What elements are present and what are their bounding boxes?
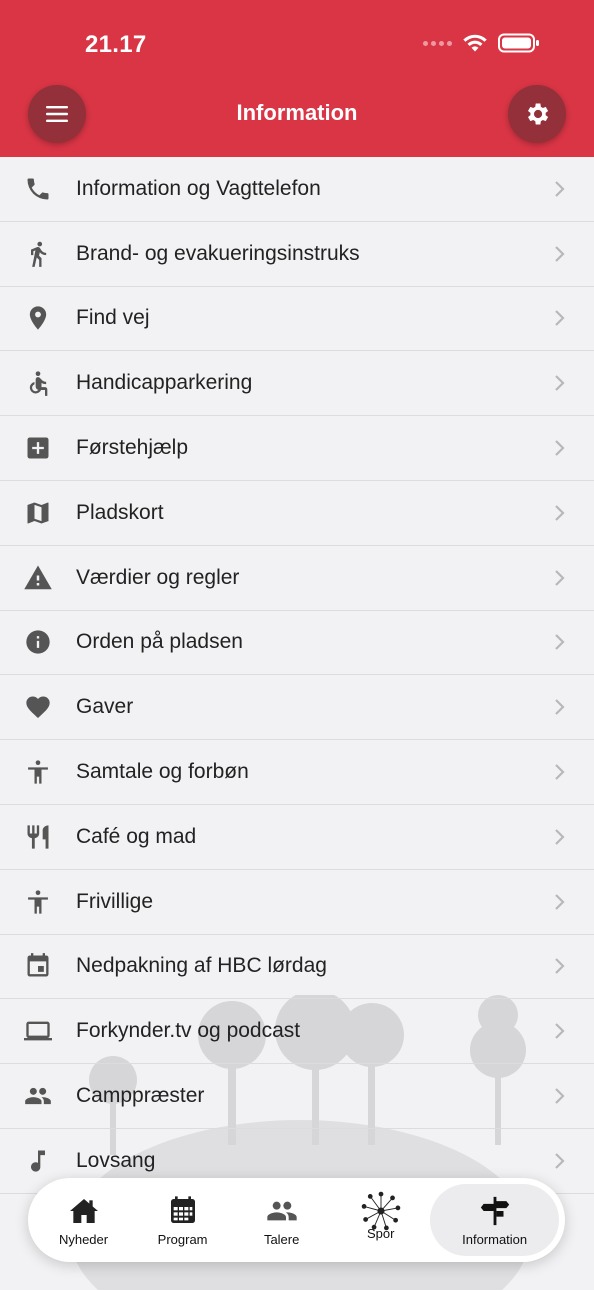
chevron-right-icon	[555, 310, 565, 327]
list-item-label: Orden på pladsen	[76, 630, 243, 654]
people-icon	[262, 1194, 302, 1228]
list-item-cafe-mad[interactable]: Café og mad	[0, 805, 594, 870]
fork-knife-icon	[22, 821, 54, 853]
chevron-right-icon	[555, 440, 565, 456]
music-note-icon	[22, 1145, 54, 1177]
tab-information[interactable]: Information	[430, 1184, 560, 1256]
list-item-label: Samtale og forbøn	[76, 760, 249, 784]
list-item-find-vej[interactable]: Find vej	[0, 287, 594, 352]
chevron-right-icon	[555, 569, 565, 586]
list-item-label: Pladskort	[76, 500, 164, 524]
list-item-camppraester[interactable]: Camppræster	[0, 1064, 594, 1129]
person-icon	[22, 886, 54, 918]
chevron-right-icon	[555, 893, 565, 910]
list-item-forkynder-tv[interactable]: Forkynder.tv og podcast	[0, 999, 594, 1065]
heart-icon	[22, 691, 54, 723]
signpost-icon	[475, 1194, 515, 1228]
tab-talere[interactable]: Talere	[232, 1184, 331, 1256]
first-aid-icon	[22, 432, 54, 464]
chevron-right-icon	[555, 181, 565, 197]
app-header: 21.17 Information	[0, 0, 594, 157]
status-time: 21.17	[85, 31, 147, 58]
list-item-brand-evakuering[interactable]: Brand- og evakueringsinstruks	[0, 222, 594, 287]
page-title: Information	[236, 100, 358, 125]
chevron-right-icon	[555, 634, 565, 651]
chevron-right-icon	[555, 958, 565, 975]
list-item-orden-pladsen[interactable]: Orden på pladsen	[0, 611, 594, 676]
list-item-label: Forkynder.tv og podcast	[76, 1019, 301, 1043]
list-item-label: Førstehjælp	[76, 436, 189, 460]
list-item-label: Brand- og evakueringsinstruks	[76, 241, 360, 265]
bottom-tab-bar: Nyheder Program Talere Spor Information	[28, 1178, 565, 1262]
list-item-forstehjaelp[interactable]: Førstehjælp	[0, 416, 594, 481]
information-list: Information og Vagttelefon Brand- og eva…	[0, 157, 594, 1194]
tab-label: Program	[157, 1231, 208, 1247]
laptop-icon	[22, 1015, 54, 1047]
list-item-label: Lovsang	[76, 1148, 156, 1172]
phone-icon	[22, 173, 54, 205]
tab-spor[interactable]: Spor	[331, 1184, 430, 1256]
chevron-right-icon	[555, 505, 565, 521]
running-person-icon	[22, 238, 54, 270]
list-item-vaerdier-regler[interactable]: Værdier og regler	[0, 546, 594, 611]
chevron-right-icon	[555, 245, 565, 262]
list-item-label: Handicapparkering	[76, 371, 253, 395]
map-icon	[22, 497, 54, 529]
list-item-nedpakning[interactable]: Nedpakning af HBC lørdag	[0, 935, 594, 1000]
people-icon	[22, 1080, 54, 1112]
list-item-label: Frivillige	[76, 889, 154, 913]
chevron-right-icon	[555, 829, 565, 845]
tab-label: Talere	[263, 1231, 300, 1247]
signal-dots-icon	[423, 40, 452, 46]
tab-label: Spor	[366, 1225, 395, 1241]
status-icons	[423, 33, 540, 53]
list-item-gaver[interactable]: Gaver	[0, 675, 594, 741]
list-item-label: Værdier og regler	[76, 565, 240, 589]
list-item-label: Gaver	[76, 695, 134, 719]
person-icon	[22, 756, 54, 788]
tab-program[interactable]: Program	[133, 1184, 232, 1256]
location-pin-icon	[22, 302, 54, 334]
settings-button[interactable]	[508, 85, 566, 143]
chevron-right-icon	[555, 1023, 565, 1040]
list-item-information-vagttelefon[interactable]: Information og Vagttelefon	[0, 157, 594, 222]
list-item-handicapparkering[interactable]: Handicapparkering	[0, 351, 594, 417]
list-item-label: Café og mad	[76, 824, 197, 848]
list-item-frivillige[interactable]: Frivillige	[0, 870, 594, 935]
wheelchair-icon	[22, 367, 54, 399]
list-item-label: Find vej	[76, 306, 150, 330]
tab-label: Information	[462, 1231, 528, 1247]
calendar-grid-icon	[163, 1194, 203, 1228]
chevron-right-icon	[555, 1088, 565, 1104]
house-icon	[64, 1194, 104, 1228]
tab-nyheder[interactable]: Nyheder	[34, 1184, 133, 1256]
info-icon	[22, 626, 54, 658]
chevron-right-icon	[555, 375, 565, 392]
battery-icon	[498, 33, 539, 53]
list-item-label: Information og Vagttelefon	[76, 176, 321, 200]
gear-icon	[528, 103, 549, 125]
chevron-right-icon	[555, 699, 565, 716]
list-item-pladskort[interactable]: Pladskort	[0, 481, 594, 546]
tab-label: Nyheder	[58, 1231, 109, 1247]
wifi-icon	[463, 34, 487, 52]
list-item-label: Nedpakning af HBC lørdag	[76, 954, 327, 978]
list-item-samtale-forbon[interactable]: Samtale og forbøn	[0, 740, 594, 805]
chevron-right-icon	[555, 1153, 565, 1169]
chevron-right-icon	[555, 764, 565, 780]
warning-icon	[22, 562, 54, 594]
list-item-label: Camppræster	[76, 1084, 205, 1108]
calendar-icon	[22, 950, 54, 982]
